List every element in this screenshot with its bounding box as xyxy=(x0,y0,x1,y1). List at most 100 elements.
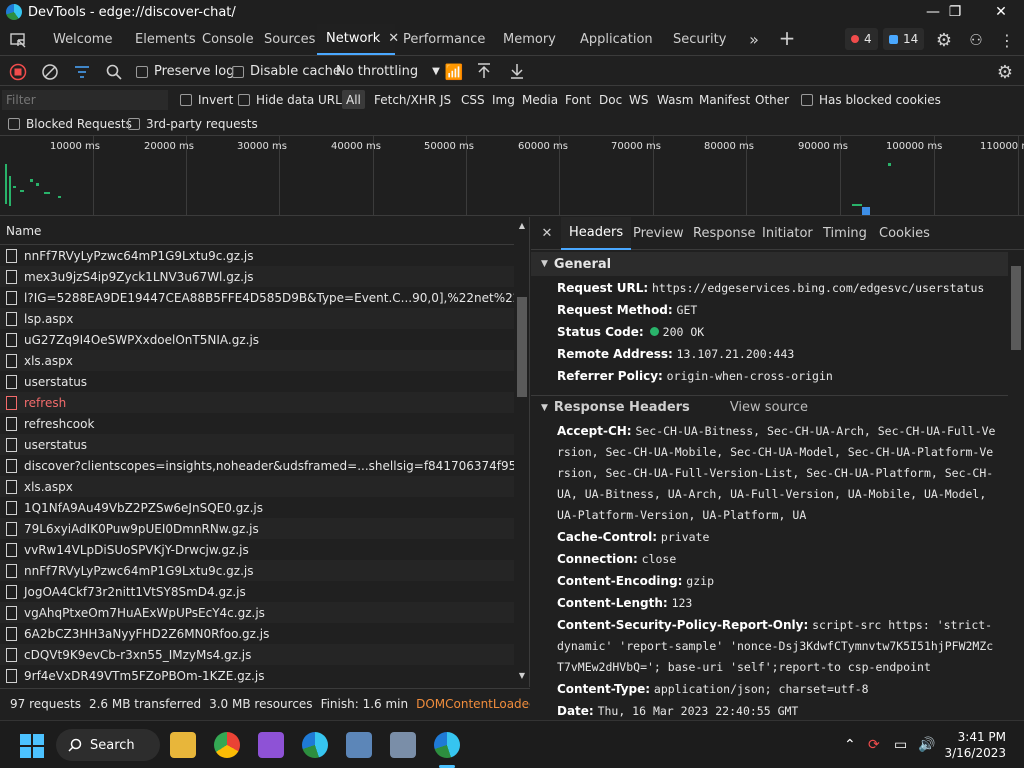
disable-cache-checkbox[interactable]: Disable cache xyxy=(232,57,341,86)
request-row[interactable]: userstatus xyxy=(0,434,514,455)
network-conditions-icon[interactable]: 📶 xyxy=(444,62,464,82)
file-explorer-icon[interactable] xyxy=(170,732,196,758)
preserve-log-checkbox[interactable]: Preserve log xyxy=(136,57,234,86)
request-row[interactable]: nnFf7RVyLyPzwc64mP1G9Lxtu9c.gz.js xyxy=(0,245,514,266)
messages-badge[interactable]: 14 xyxy=(883,28,925,50)
more-options-icon[interactable]: ⋮ xyxy=(996,29,1018,51)
more-tabs-icon[interactable]: » xyxy=(744,28,764,50)
filter-type-font[interactable]: Font xyxy=(565,87,591,112)
request-row[interactable]: refreshcook xyxy=(0,413,514,434)
request-row[interactable]: discover?clientscopes=insights,noheader&… xyxy=(0,455,514,476)
filter-type-fetch-xhr[interactable]: Fetch/XHR xyxy=(374,87,436,112)
response-headers-section-header[interactable]: ▼ Response Headers View source xyxy=(531,395,1009,419)
request-row[interactable]: mex3u9jzS4ip9Zyck1LNV3u67Wl.gz.js xyxy=(0,266,514,287)
clear-icon[interactable] xyxy=(40,62,60,82)
scroll-down-arrow-icon[interactable]: ▼ xyxy=(517,671,527,683)
search-icon[interactable] xyxy=(104,62,124,82)
request-row[interactable]: lsp.aspx xyxy=(0,308,514,329)
scroll-up-arrow-icon[interactable]: ▲ xyxy=(517,221,527,233)
request-row[interactable]: refresh xyxy=(0,392,514,413)
tab-preview[interactable]: Preview xyxy=(633,217,684,250)
request-row[interactable]: xls.aspx xyxy=(0,350,514,371)
general-section-header[interactable]: ▼ General xyxy=(531,252,1009,276)
taskbar-search-button[interactable]: Search xyxy=(56,729,160,761)
tab-headers[interactable]: Headers xyxy=(561,217,632,250)
filter-type-media[interactable]: Media xyxy=(522,87,558,112)
request-row[interactable]: uG27Zq9I4OeSWPXxdoelOnT5NIA.gz.js xyxy=(0,329,514,350)
filter-icon[interactable] xyxy=(72,62,92,82)
edge-devtools-icon[interactable] xyxy=(434,732,460,758)
add-tab-icon[interactable]: + xyxy=(776,26,798,50)
tab-timing[interactable]: Timing xyxy=(823,217,867,250)
volume-icon[interactable]: 🔊 xyxy=(918,721,935,768)
filter-type-js[interactable]: JS xyxy=(440,87,451,112)
request-row[interactable]: cDQVt9K9evCb-r3xn55_IMzyMs4.gz.js xyxy=(0,644,514,665)
tab-cookies[interactable]: Cookies xyxy=(879,217,930,250)
has-blocked-cookies-checkbox[interactable]: Has blocked cookies xyxy=(801,87,941,112)
third-party-requests-checkbox[interactable]: 3rd-party requests xyxy=(128,112,258,136)
request-row[interactable]: vvRw14VLpDiSUoSPVKjY-Drwcjw.gz.js xyxy=(0,539,514,560)
maximize-button[interactable]: ❐ xyxy=(932,0,978,24)
blocked-requests-checkbox[interactable]: Blocked Requests xyxy=(8,112,132,136)
network-overview-timeline[interactable]: 10000 ms 20000 ms 30000 ms 40000 ms 5000… xyxy=(0,136,1024,216)
request-row[interactable]: l?IG=5288EA9DE19447CEA88B5FFE4D585D9B&Ty… xyxy=(0,287,514,308)
record-stop-icon[interactable] xyxy=(8,62,28,82)
request-row[interactable]: JogOA4Ckf73r2nitt1VtSY8SmD4.gz.js xyxy=(0,581,514,602)
filter-type-doc[interactable]: Doc xyxy=(599,87,622,112)
request-row[interactable]: 6A2bCZ3HH3aNyyFHD2Z6MN0Rfoo.gz.js xyxy=(0,623,514,644)
tab-memory[interactable]: Memory xyxy=(493,24,566,55)
close-details-icon[interactable]: ✕ xyxy=(539,225,555,241)
inspect-element-icon[interactable] xyxy=(8,30,28,50)
request-row[interactable]: userstatus xyxy=(0,371,514,392)
request-name: 1Q1NfA9Au49VbZ2PZSw6eJnSQE0.gz.js xyxy=(24,500,263,515)
tab-application[interactable]: Application xyxy=(570,24,663,55)
sync-alert-icon[interactable]: ⟳ xyxy=(868,721,880,768)
name-column-header[interactable]: Name xyxy=(0,217,529,245)
request-row[interactable]: 79L6xyiAdIK0Puw9pUEI0DmnRNw.gz.js xyxy=(0,518,514,539)
chrome-icon[interactable] xyxy=(214,732,240,758)
user-customize-icon[interactable]: ⚇ xyxy=(965,29,987,51)
scrollbar-thumb[interactable] xyxy=(517,297,527,397)
import-har-icon[interactable] xyxy=(474,61,494,81)
export-har-icon[interactable] xyxy=(507,61,527,81)
filter-type-manifest[interactable]: Manifest xyxy=(699,87,750,112)
filter-type-css[interactable]: CSS xyxy=(461,87,485,112)
remote-desktop-icon[interactable] xyxy=(390,732,416,758)
visual-studio-icon[interactable] xyxy=(258,732,284,758)
filter-type-other[interactable]: Other xyxy=(755,87,789,112)
request-row[interactable]: vgAhqPtxeOm7HuAExWpUPsEcY4c.gz.js xyxy=(0,602,514,623)
network-icon[interactable]: ▭ xyxy=(894,721,907,768)
tab-performance[interactable]: Performance xyxy=(393,24,495,55)
view-source-link[interactable]: View source xyxy=(730,400,808,415)
start-button[interactable] xyxy=(20,734,44,758)
tab-welcome[interactable]: Welcome xyxy=(42,24,123,55)
edge-browser-icon[interactable] xyxy=(302,732,328,758)
tab-network[interactable]: Network ✕ xyxy=(317,24,399,55)
errors-badge[interactable]: 4 xyxy=(845,28,878,50)
tab-security[interactable]: Security xyxy=(663,24,736,55)
request-row[interactable]: nnFf7RVyLyPzwc64mP1G9Lxtu9c.gz.js xyxy=(0,560,514,581)
tab-response[interactable]: Response xyxy=(693,217,755,250)
request-row[interactable]: xls.aspx xyxy=(0,476,514,497)
tab-sources[interactable]: Sources xyxy=(253,24,326,55)
invert-checkbox[interactable]: Invert xyxy=(180,87,233,112)
request-row[interactable]: 9rf4eVxDR49VTm5FZoPBOm-1KZE.gz.js xyxy=(0,665,514,686)
filter-type-img[interactable]: Img xyxy=(492,87,515,112)
close-window-button[interactable]: ✕ xyxy=(978,0,1024,24)
request-list-scrollbar[interactable]: ▲ ▼ xyxy=(514,217,529,687)
filter-input[interactable] xyxy=(2,90,168,110)
tab-initiator[interactable]: Initiator xyxy=(762,217,813,250)
request-row[interactable]: 1Q1NfA9Au49VbZ2PZSw6eJnSQE0.gz.js xyxy=(0,497,514,518)
details-scrollbar[interactable] xyxy=(1008,250,1024,718)
network-settings-gear-icon[interactable]: ⚙ xyxy=(994,61,1016,83)
hide-data-urls-checkbox[interactable]: Hide data URLs xyxy=(238,87,348,112)
settings-gear-icon[interactable]: ⚙ xyxy=(933,29,955,51)
scrollbar-thumb[interactable] xyxy=(1011,266,1021,350)
filter-type-all[interactable]: All xyxy=(342,90,365,109)
tray-overflow-chevron-icon[interactable]: ⌃ xyxy=(844,721,856,768)
taskbar-clock[interactable]: 3:41 PM 3/16/2023 xyxy=(944,729,1006,761)
filter-type-wasm[interactable]: Wasm xyxy=(657,87,693,112)
filter-type-ws[interactable]: WS xyxy=(629,87,648,112)
image-viewer-icon[interactable] xyxy=(346,732,372,758)
throttling-select[interactable]: No throttling ▼ xyxy=(336,57,440,86)
